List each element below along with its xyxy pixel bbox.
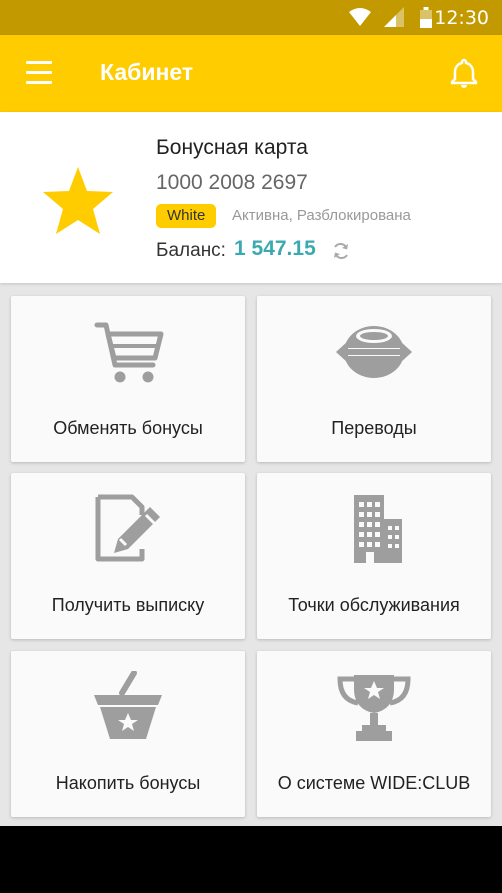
get-statement-label: Получить выписку [51,595,205,615]
building-icon [354,495,402,563]
card-level-badge: White [156,204,217,228]
cart-icon [94,322,164,383]
service-points-label: Точки обслуживания [288,595,460,615]
exchange-bonuses-label: Обменять бонусы [53,418,203,438]
app-toolbar: Кабинет [0,35,502,112]
status-bar: 12:30 [0,0,502,35]
page-title: Кабинет [100,59,194,85]
battery-icon [420,7,432,28]
wifi-icon [349,8,371,26]
card-number: 1000 2008 2697 [156,171,308,194]
star-icon [43,167,113,234]
about-system-tile[interactable]: О системе WIDE:CLUB [257,651,491,817]
basket-icon [94,671,162,739]
signal-icon [384,7,404,27]
system-nav-bar [0,826,502,893]
refresh-icon[interactable] [331,241,351,261]
balance-label: Баланс: [156,240,226,261]
card-title: Бонусная карта [156,136,308,159]
trophy-icon [337,675,411,741]
bell-icon[interactable] [446,55,482,91]
clock: 12:30 [434,7,489,29]
transfer-icon [336,326,412,378]
earn-bonuses-label: Накопить бонусы [55,773,201,793]
balance-value: 1 547.15 [234,237,316,260]
transfers-label: Переводы [331,418,417,438]
earn-bonuses-tile[interactable]: Накопить бонусы [11,651,245,817]
card-status: Активна, Разблокирована [232,207,411,224]
exchange-bonuses-tile[interactable]: Обменять бонусы [11,296,245,462]
app-screen: 12:30 Кабинет Бонусная карта 1000 2008 2… [0,0,502,826]
get-statement-tile[interactable]: Получить выписку [11,473,245,639]
edit-document-icon [95,494,160,562]
menu-icon[interactable] [18,53,58,93]
transfers-tile[interactable]: Переводы [257,296,491,462]
service-points-tile[interactable]: Точки обслуживания [257,473,491,639]
about-system-label: О системе WIDE:CLUB [277,773,471,793]
